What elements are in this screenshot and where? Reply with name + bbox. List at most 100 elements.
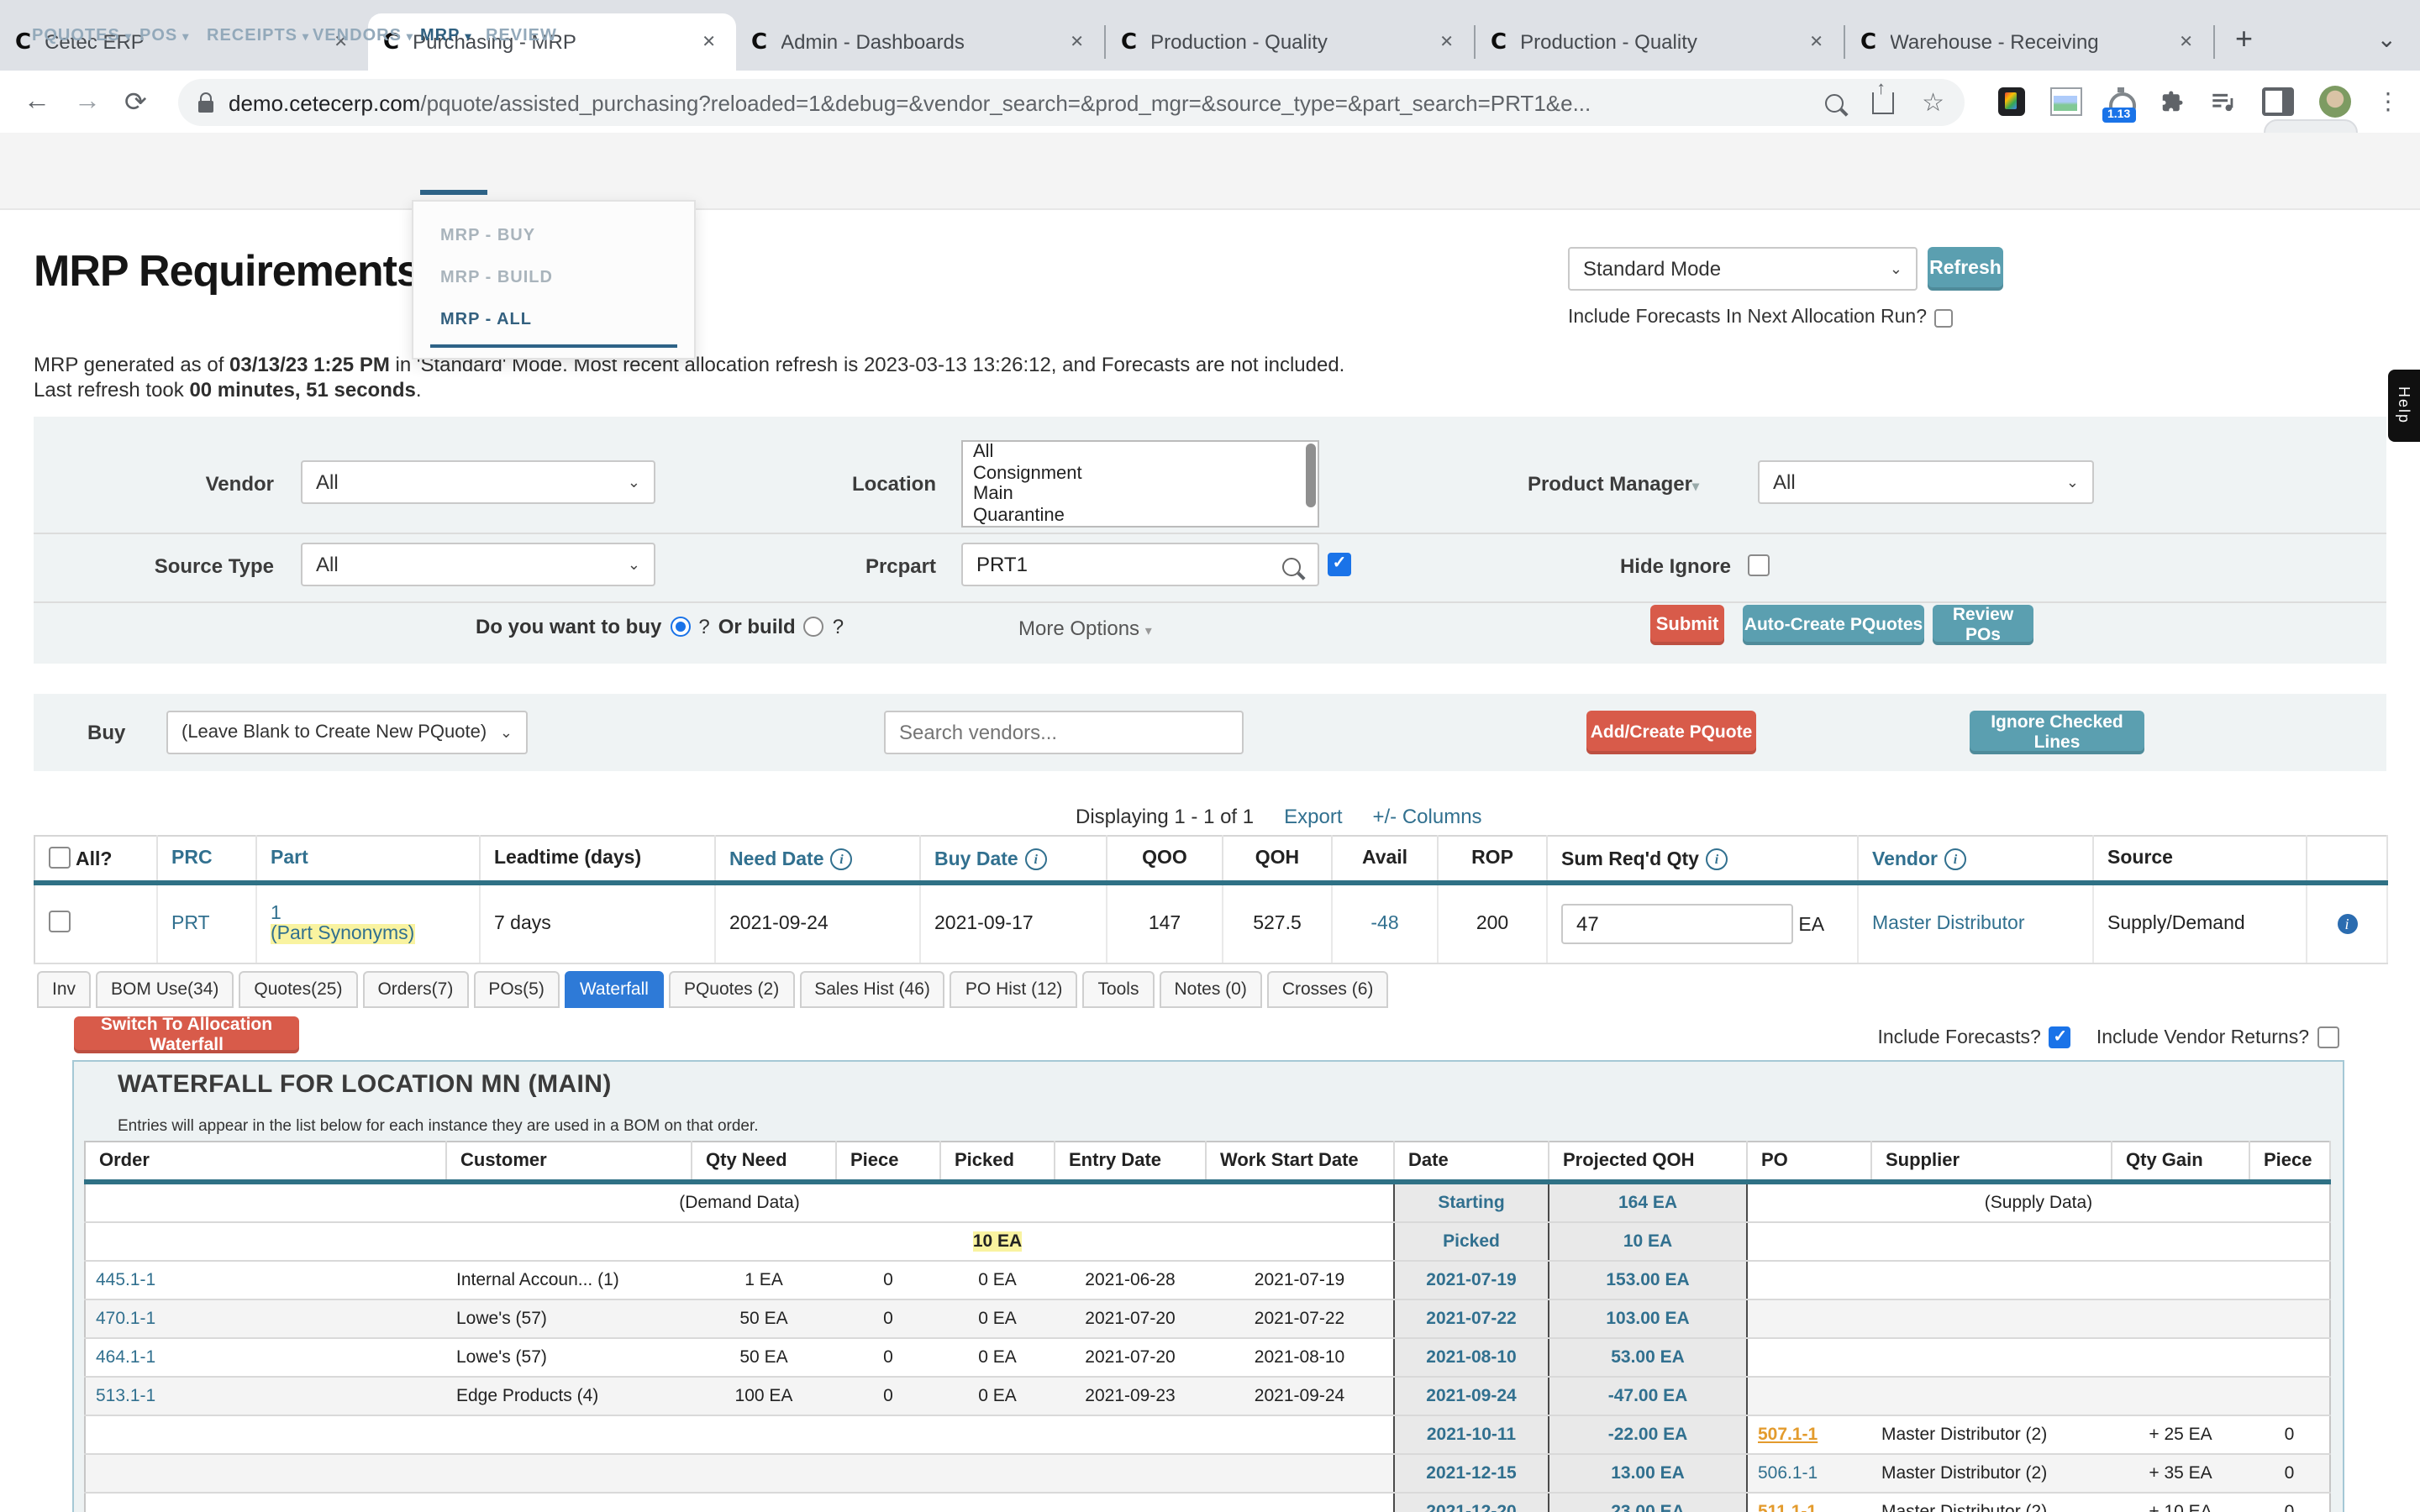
location-option[interactable]: Consignment: [963, 463, 1318, 484]
part-synonyms-link[interactable]: (Part Synonyms): [271, 924, 414, 944]
bookmark-star-icon[interactable]: ☆: [1922, 87, 1944, 118]
menu-item-mrp-build[interactable]: MRP - BUILD: [413, 257, 694, 299]
col-need-date[interactable]: Need Datei: [715, 836, 920, 883]
cell-avail[interactable]: -48: [1332, 883, 1438, 963]
address-bar[interactable]: demo.cetecerp.com/pquote/assisted_purcha…: [178, 79, 1965, 126]
back-button[interactable]: ←: [24, 87, 50, 117]
include-vendor-returns-checkbox[interactable]: [2317, 1026, 2339, 1048]
order-link[interactable]: 513.1-1: [96, 1386, 155, 1406]
tab-tools[interactable]: Tools: [1082, 971, 1154, 1008]
submit-button[interactable]: Submit: [1650, 605, 1724, 645]
tab-bom-use[interactable]: BOM Use(34): [96, 971, 234, 1008]
browser-tab[interactable]: C Warehouse - Receiving ✕: [1845, 13, 2213, 71]
nav-receipts[interactable]: RECEIPTS▾: [207, 27, 309, 45]
columns-link[interactable]: +/- Columns: [1373, 805, 1482, 828]
vendor-search-input[interactable]: [884, 711, 1244, 754]
order-link[interactable]: 464.1-1: [96, 1347, 155, 1368]
vendor-select[interactable]: All⌄: [301, 460, 655, 504]
location-option[interactable]: Main: [963, 484, 1318, 505]
extensions-puzzle-icon[interactable]: [2160, 89, 2185, 114]
nav-review[interactable]: REVIEW: [486, 27, 557, 45]
browser-tab[interactable]: C Production - Quality ✕: [1106, 13, 1474, 71]
refresh-button[interactable]: Refresh: [1928, 247, 2003, 291]
export-link[interactable]: Export: [1284, 805, 1342, 828]
order-link[interactable]: 470.1-1: [96, 1309, 155, 1329]
tab-search-chevron-icon[interactable]: ⌄: [2377, 25, 2396, 54]
zoom-icon[interactable]: [1824, 93, 1843, 112]
nav-mrp[interactable]: MRP▾: [420, 27, 472, 45]
prcpart-exact-checkbox[interactable]: ✓: [1328, 553, 1351, 576]
cell-vendor[interactable]: Master Distributor: [1858, 883, 2093, 963]
cell-prc[interactable]: PRT: [157, 883, 256, 963]
add-create-pquote-button[interactable]: Add/Create PQuote: [1586, 711, 1756, 754]
switch-allocation-waterfall-button[interactable]: Switch To Allocation Waterfall: [74, 1016, 299, 1053]
prcpart-input[interactable]: [961, 543, 1319, 586]
extension-timer-icon[interactable]: 1.13: [2107, 88, 2134, 115]
review-pos-button[interactable]: Review POs: [1933, 605, 2033, 645]
browser-menu-icon[interactable]: ⋮: [2376, 87, 2400, 116]
row-info-icon[interactable]: i: [2337, 914, 2357, 934]
mode-select[interactable]: Standard Mode⌄: [1568, 247, 1918, 291]
tab-waterfall[interactable]: Waterfall: [565, 971, 664, 1008]
close-icon[interactable]: ✕: [1434, 29, 1459, 55]
col-prc[interactable]: PRC: [157, 836, 256, 883]
buy-radio[interactable]: [670, 617, 690, 637]
new-tab-button[interactable]: +: [2235, 22, 2253, 57]
playlist-icon[interactable]: [2210, 90, 2237, 113]
tab-sales-hist[interactable]: Sales Hist (46): [799, 971, 945, 1008]
forward-button[interactable]: →: [74, 87, 101, 117]
search-icon[interactable]: [1282, 558, 1301, 576]
menu-item-mrp-buy[interactable]: MRP - BUY: [413, 215, 694, 257]
listbox-scrollbar[interactable]: [1306, 444, 1316, 507]
po-link[interactable]: 506.1-1: [1758, 1463, 1818, 1483]
col-part[interactable]: Part: [256, 836, 480, 883]
tab-orders[interactable]: Orders(7): [362, 971, 468, 1008]
po-link[interactable]: 511.1-1: [1758, 1502, 1817, 1512]
select-all-checkbox[interactable]: [49, 847, 71, 869]
product-manager-select[interactable]: All⌄: [1758, 460, 2094, 504]
source-type-select[interactable]: All⌄: [301, 543, 655, 586]
tab-po-hist[interactable]: PO Hist (12): [950, 971, 1078, 1008]
more-options-toggle[interactable]: More Options ▾: [1018, 617, 1152, 640]
location-option[interactable]: Quarantine: [963, 505, 1318, 526]
tab-quotes[interactable]: Quotes(25): [239, 971, 357, 1008]
sum-req-qty-input[interactable]: [1561, 904, 1793, 944]
browser-tab[interactable]: C Admin - Dashboards ✕: [736, 13, 1104, 71]
info-icon[interactable]: i: [1944, 848, 1966, 869]
nav-vendors[interactable]: VENDORS▾: [313, 27, 413, 45]
tab-inv[interactable]: Inv: [37, 971, 91, 1008]
menu-item-mrp-all[interactable]: MRP - ALL: [413, 299, 694, 341]
col-buy-date[interactable]: Buy Datei: [920, 836, 1107, 883]
browser-tab[interactable]: C Production - Quality ✕: [1476, 13, 1844, 71]
help-tab[interactable]: Help: [2388, 370, 2420, 442]
side-panel-icon[interactable]: [2262, 87, 2294, 116]
nav-pos[interactable]: POS▾: [139, 27, 189, 45]
tab-pos[interactable]: POs(5): [473, 971, 560, 1008]
location-option[interactable]: All: [963, 442, 1318, 463]
auto-create-pquotes-button[interactable]: Auto-Create PQuotes: [1743, 605, 1924, 645]
tab-crosses[interactable]: Crosses (6): [1267, 971, 1389, 1008]
po-link[interactable]: 507.1-1: [1758, 1425, 1818, 1445]
close-icon[interactable]: ✕: [1804, 29, 1828, 55]
part-link[interactable]: 1: [271, 904, 281, 924]
ignore-checked-lines-button[interactable]: Ignore Checked Lines: [1970, 711, 2144, 754]
reload-button[interactable]: ⟳: [124, 85, 147, 118]
pquote-select[interactable]: (Leave Blank to Create New PQuote)⌄: [166, 711, 528, 754]
forecast-next-run-checkbox[interactable]: [1933, 308, 1952, 327]
include-forecasts-checkbox[interactable]: ✓: [2049, 1026, 2071, 1048]
nav-pquotes[interactable]: PQUOTES▾: [32, 27, 132, 45]
close-icon[interactable]: ✕: [1065, 29, 1089, 55]
tab-notes[interactable]: Notes (0): [1159, 971, 1261, 1008]
order-link[interactable]: 445.1-1: [96, 1270, 155, 1290]
row-checkbox[interactable]: [49, 911, 71, 932]
hide-ignore-checkbox[interactable]: [1748, 554, 1770, 576]
close-icon[interactable]: ✕: [2174, 29, 2198, 55]
extension-doc-icon[interactable]: [1998, 87, 2025, 116]
share-icon[interactable]: [1871, 92, 1893, 113]
build-radio[interactable]: [804, 617, 824, 637]
location-listbox[interactable]: All Consignment Main Quarantine: [961, 440, 1319, 528]
info-icon[interactable]: i: [1025, 848, 1047, 869]
close-icon[interactable]: ✕: [697, 29, 721, 55]
tab-pquotes[interactable]: PQuotes (2): [669, 971, 794, 1008]
profile-avatar[interactable]: [2319, 86, 2351, 118]
